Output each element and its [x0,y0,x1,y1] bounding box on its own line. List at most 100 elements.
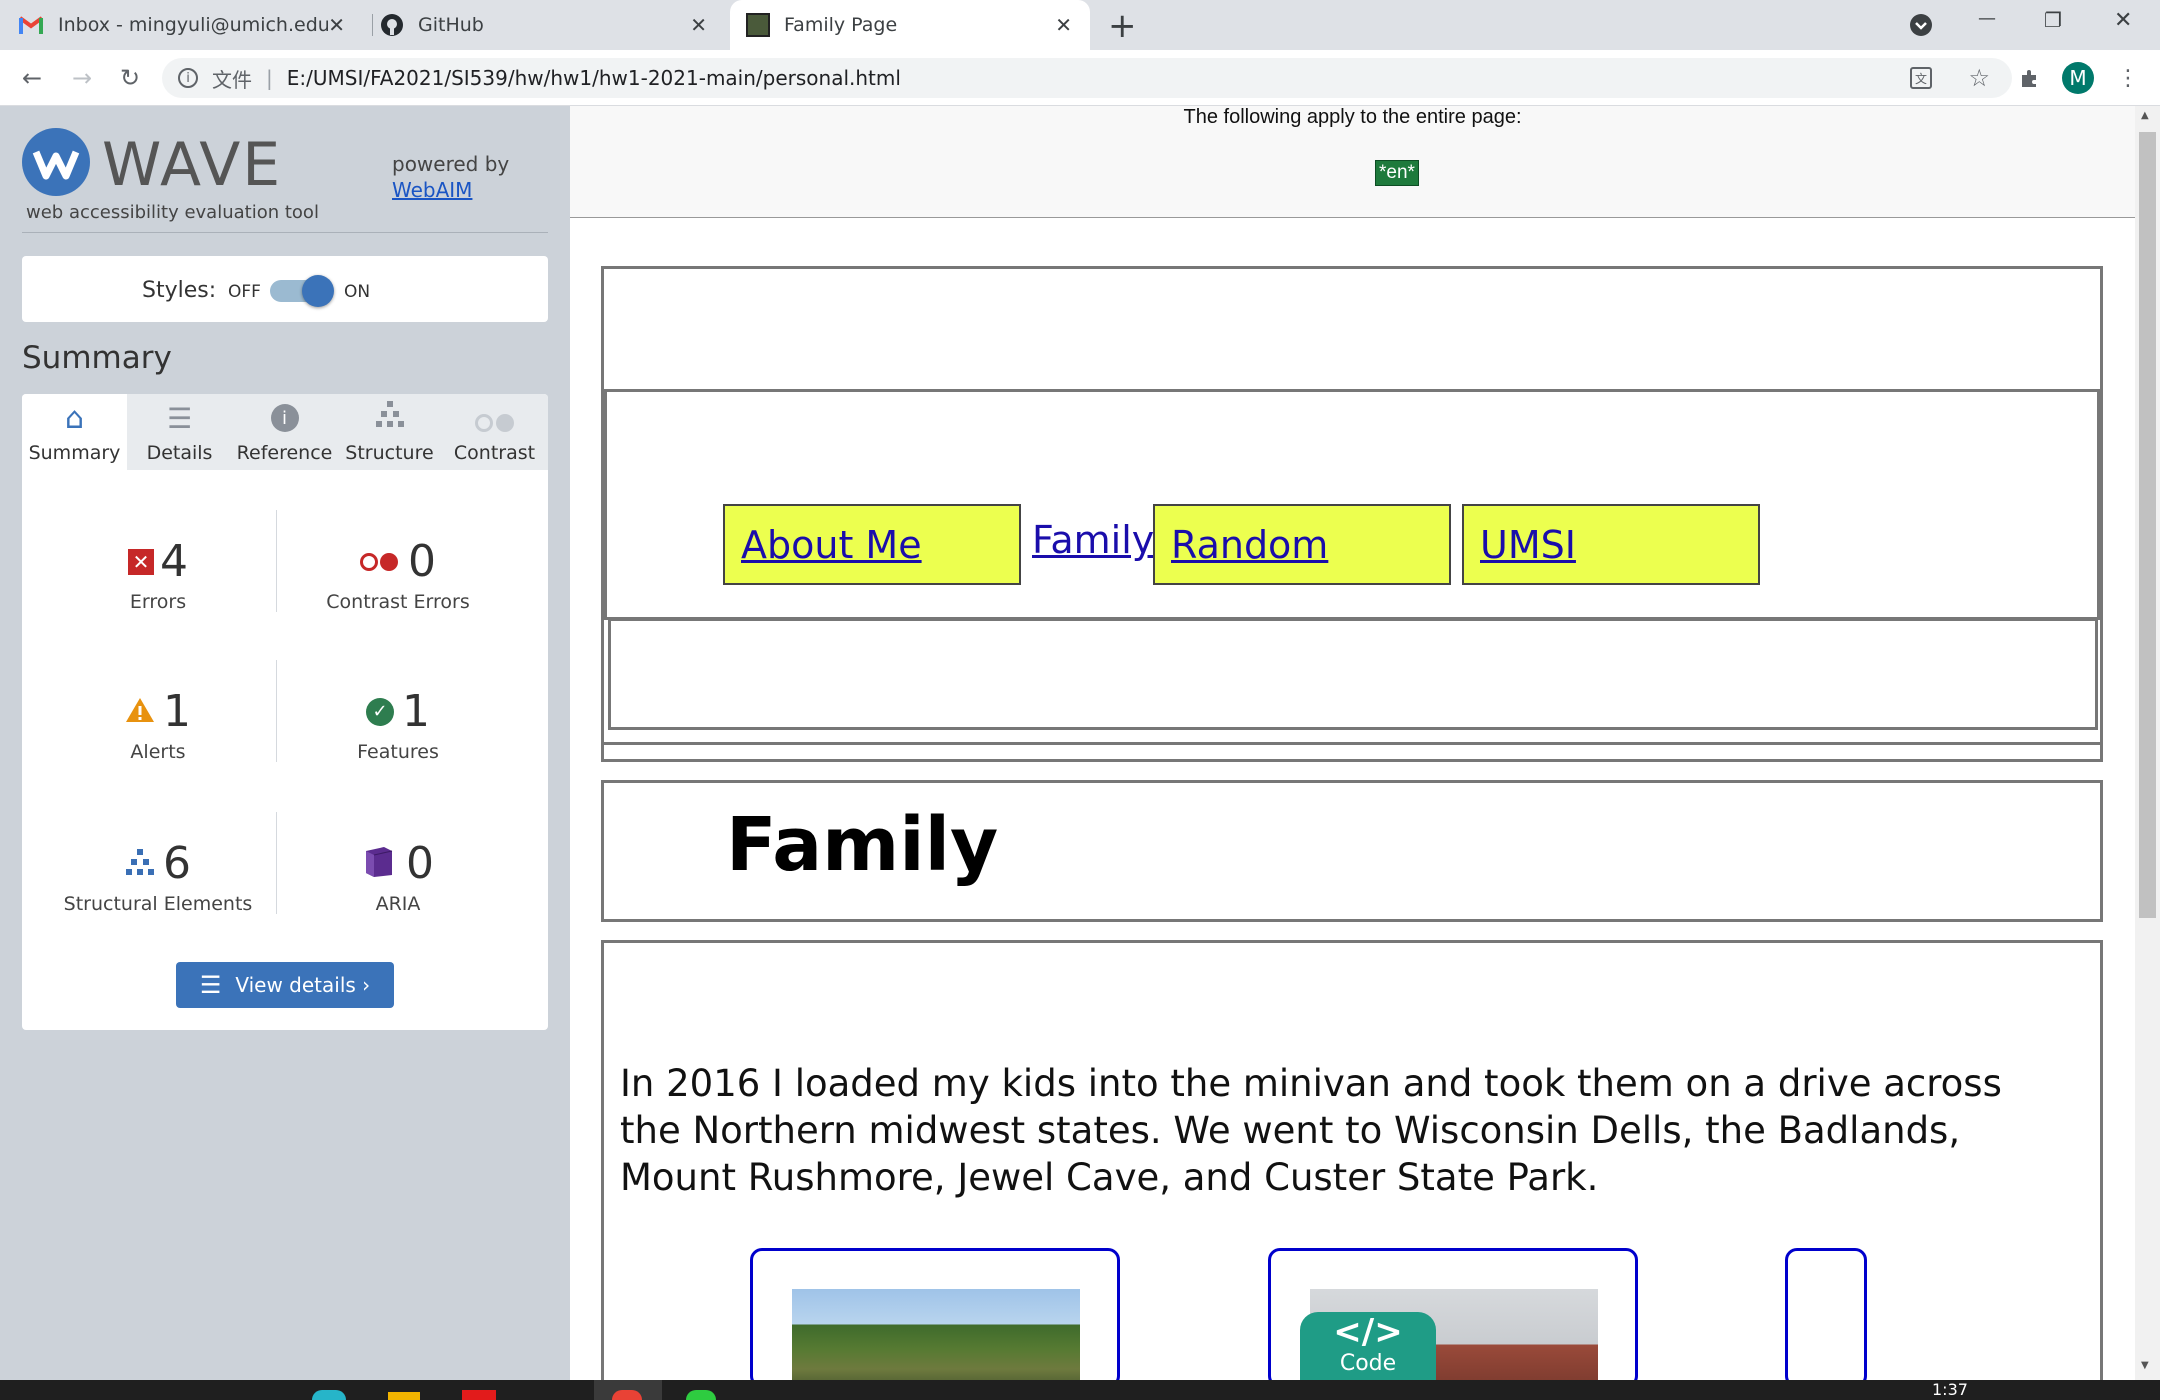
tab-strip: Inbox - mingyuli@umich.edu - ✕ GitHub ✕ … [0,0,2160,50]
toggle-knob [302,275,334,307]
avatar-initial: M [2069,66,2087,90]
powered-by: powered by [392,152,510,176]
feature-count: 1 [402,686,430,737]
translate-icon[interactable]: 文 [1910,67,1932,89]
summary-heading: Summary [22,340,172,376]
tab-gmail[interactable]: Inbox - mingyuli@umich.edu - ✕ [18,0,363,50]
browser-toolbar: ← → ↻ i 文件 | E:/UMSI/FA2021/SI539/hw/hw1… [0,50,2160,106]
os-taskbar: 1:37 [0,1380,2160,1400]
back-icon[interactable]: ← [16,62,48,94]
reload-icon[interactable]: ↻ [114,62,146,94]
tab-summary[interactable]: ⌂ Summary [22,394,127,470]
contrast-error-icon [360,552,398,571]
code-badge[interactable]: </> Code [1300,1312,1436,1380]
inner-box [608,618,2098,730]
tab-separator [372,14,373,36]
tab-details[interactable]: ☰ Details [127,394,232,470]
window-close-button[interactable]: ✕ [2114,8,2132,33]
tab-label: Structure [345,442,434,464]
notice-text: The following apply to the entire page: [1183,106,1522,128]
page-icon [746,13,770,37]
restore-button[interactable]: ❐ [2044,8,2062,32]
tab-reference[interactable]: i Reference [232,394,337,470]
feature-icon: ✓ [366,697,394,726]
close-icon[interactable]: ✕ [1055,13,1072,37]
new-tab-button[interactable]: + [1108,6,1137,46]
stat-structural[interactable]: 6 Structural Elements [38,838,278,915]
tab-structure[interactable]: Structure [337,394,442,470]
tab-label: Details [146,442,213,464]
nav-family[interactable]: Family [1032,518,1154,562]
page-scrollbar[interactable]: ▲ ▼ [2135,106,2160,1380]
address-bar[interactable]: i 文件 | E:/UMSI/FA2021/SI539/hw/hw1/hw1-2… [162,58,2012,98]
structure-icon [125,847,155,881]
close-icon[interactable]: ✕ [690,13,707,37]
webaim-link[interactable]: WebAIM [392,178,472,202]
contrast-count: 0 [408,536,436,587]
menu-icon[interactable]: ⋮ [2112,62,2144,94]
view-details-button[interactable]: ☰ View details › [176,962,394,1008]
nav-about-me[interactable]: About Me [723,504,1021,585]
page-content: The following apply to the entire page: … [570,106,2135,1380]
tab-github[interactable]: GitHub ✕ [380,0,725,50]
stat-features[interactable]: ✓ 1 Features [278,686,518,763]
stat-contrast-errors[interactable]: 0 Contrast Errors [278,536,518,613]
forward-icon[interactable]: → [66,62,98,94]
stat-label: Structural Elements [63,893,253,915]
bookmark-star-icon[interactable]: ☆ [1968,64,1990,92]
tab-family-page[interactable]: Family Page ✕ [730,0,1090,50]
stat-label: Alerts [130,741,186,763]
scroll-up-arrow[interactable]: ▲ [2141,110,2149,121]
stat-label: Contrast Errors [326,591,470,613]
tab-label: Contrast [453,442,536,464]
alert-icon [125,697,155,727]
styles-toggle[interactable] [270,275,334,307]
stat-errors[interactable]: ✕ 4 Errors [38,536,278,613]
stat-aria[interactable]: 0 ARIA [278,838,518,915]
taskbar-app-icon[interactable] [686,1390,716,1400]
aria-count: 0 [406,838,434,889]
nav-umsi[interactable]: UMSI [1462,504,1760,585]
contrast-icon [475,414,514,432]
minimize-button[interactable]: — [1978,8,1996,29]
extensions-icon[interactable] [2014,62,2046,94]
stat-alerts[interactable]: 1 Alerts [38,686,278,763]
intro-paragraph: In 2016 I loaded my kids into the miniva… [620,1062,2002,1199]
taskbar-app-icon[interactable] [388,1392,420,1400]
tab-search-icon[interactable] [1910,14,1932,36]
error-count: 4 [160,536,188,587]
taskbar-clock[interactable]: 1:37 [1932,1382,1968,1398]
scroll-down-arrow[interactable]: ▼ [2141,1360,2149,1371]
taskbar-app-icon[interactable] [612,1390,642,1400]
close-icon[interactable]: ✕ [328,13,345,37]
scrollbar-thumb[interactable] [2139,132,2156,918]
info-icon[interactable]: i [178,68,198,88]
notice-banner: The following apply to the entire page: … [570,106,2135,218]
home-icon: ⌂ [64,401,85,436]
photo-card[interactable] [750,1248,1120,1380]
off-label: OFF [228,282,261,302]
styles-label: Styles: [142,278,217,303]
stat-label: Features [357,741,439,763]
structure-icon [375,399,405,434]
list-icon: ☰ [166,402,193,435]
tab-title: GitHub [418,14,484,36]
tab-contrast[interactable]: Contrast [442,394,547,470]
url-text[interactable]: E:/UMSI/FA2021/SI539/hw/hw1/hw1-2021-mai… [287,66,901,90]
divider: | [266,66,273,90]
taskbar-app-icon[interactable] [462,1390,496,1400]
styles-toggle-card: Styles: OFF ON [22,256,548,322]
nav-random[interactable]: Random [1153,504,1451,585]
wave-tagline: web accessibility evaluation tool [26,202,319,223]
language-badge[interactable]: *en* [1375,160,1419,186]
photo-card[interactable] [1785,1248,1867,1380]
info-icon: i [270,404,299,432]
list-icon: ☰ [199,971,222,999]
taskbar-app-icon[interactable] [312,1390,346,1400]
lake-photo [792,1289,1080,1380]
structural-count: 6 [163,838,191,889]
profile-avatar[interactable]: M [2062,62,2094,94]
divider [22,232,548,233]
error-icon: ✕ [128,548,154,575]
wave-logo-text: WAVE [102,130,283,200]
